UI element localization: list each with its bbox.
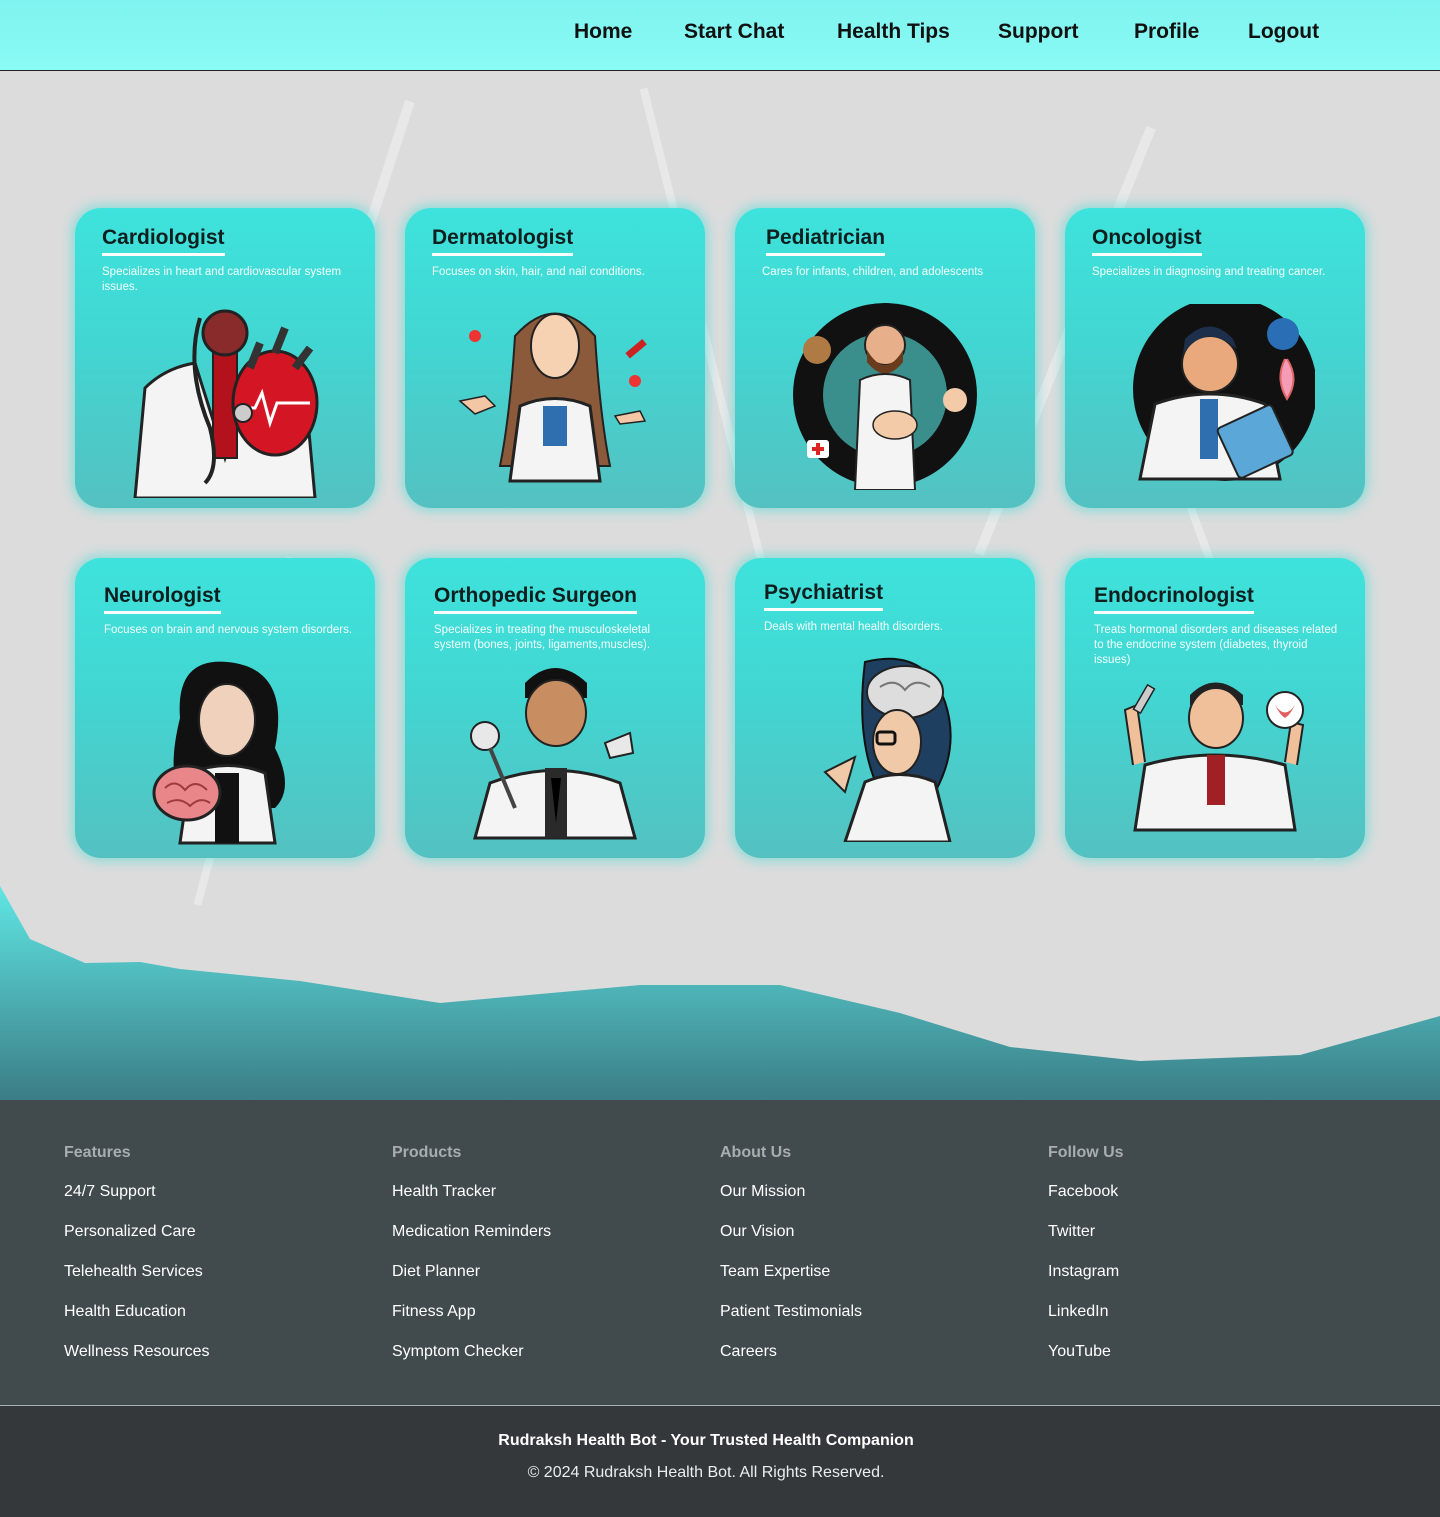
- footer-link[interactable]: Our Vision: [720, 1221, 1020, 1242]
- footer-link[interactable]: Personalized Care: [64, 1221, 364, 1242]
- copyright-bar: Rudraksh Health Bot - Your Trusted Healt…: [0, 1405, 1440, 1517]
- footer-link[interactable]: Health Tracker: [392, 1181, 692, 1202]
- footer-link-linkedin[interactable]: LinkedIn: [1048, 1301, 1348, 1322]
- footer-heading: Follow Us: [1048, 1144, 1124, 1161]
- footer-link-youtube[interactable]: YouTube: [1048, 1341, 1348, 1362]
- footer-link[interactable]: Careers: [720, 1341, 1020, 1362]
- nav-support-link[interactable]: Support: [998, 20, 1078, 44]
- footer-tagline: Rudraksh Health Bot - Your Trusted Healt…: [498, 1432, 914, 1449]
- footer-column-products: Products Health Tracker Medication Remin…: [392, 1144, 692, 1381]
- footer-link-facebook[interactable]: Facebook: [1048, 1181, 1348, 1202]
- top-navbar: Home Start Chat Health Tips Support Prof…: [0, 0, 1440, 71]
- footer-heading: Products: [392, 1144, 462, 1161]
- footer-link[interactable]: Team Expertise: [720, 1261, 1020, 1282]
- footer-heading: Features: [64, 1144, 131, 1161]
- footer-column-about-us: About Us Our Mission Our Vision Team Exp…: [720, 1144, 1020, 1381]
- footer-link-twitter[interactable]: Twitter: [1048, 1221, 1348, 1242]
- footer-link[interactable]: Diet Planner: [392, 1261, 692, 1282]
- nav-start-chat-link[interactable]: Start Chat: [684, 20, 784, 44]
- footer-link[interactable]: Medication Reminders: [392, 1221, 692, 1242]
- footer-link[interactable]: Fitness App: [392, 1301, 692, 1322]
- copyright-text: © 2024 Rudraksh Health Bot. All Rights R…: [527, 1464, 885, 1481]
- footer-heading: About Us: [720, 1144, 792, 1161]
- footer-link[interactable]: Wellness Resources: [64, 1341, 364, 1362]
- footer-link[interactable]: Patient Testimonials: [720, 1301, 1020, 1322]
- footer-link-instagram[interactable]: Instagram: [1048, 1261, 1348, 1282]
- footer-link[interactable]: 24/7 Support: [64, 1181, 364, 1202]
- footer-column-follow-us: Follow Us Facebook Twitter Instagram Lin…: [1048, 1144, 1348, 1381]
- nav-health-tips-link[interactable]: Health Tips: [837, 20, 950, 44]
- footer-link[interactable]: Symptom Checker: [392, 1341, 692, 1362]
- footer-link[interactable]: Our Mission: [720, 1181, 1020, 1202]
- specialists-section: Cardiologist Specializes in heart and ca…: [0, 71, 1440, 1100]
- footer-column-features: Features 24/7 Support Personalized Care …: [64, 1144, 364, 1381]
- nav-logout-link[interactable]: Logout: [1248, 20, 1319, 44]
- footer-link[interactable]: Telehealth Services: [64, 1261, 364, 1282]
- nav-home-link[interactable]: Home: [574, 20, 632, 44]
- nav-profile-link[interactable]: Profile: [1134, 20, 1199, 44]
- footer-link[interactable]: Health Education: [64, 1301, 364, 1322]
- site-footer: Features 24/7 Support Personalized Care …: [0, 1100, 1440, 1405]
- decorative-wave: [0, 886, 1440, 1100]
